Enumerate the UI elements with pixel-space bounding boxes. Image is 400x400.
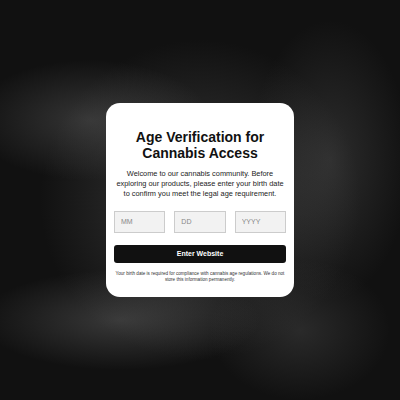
smoke-background: Age Verification for Cannabis Access Welc… — [0, 0, 400, 400]
enter-website-button[interactable]: Enter Website — [114, 245, 286, 263]
age-dialog: Age Verification for Cannabis Access Welc… — [106, 103, 294, 298]
birth-date-fields — [114, 211, 286, 233]
dialog-description: Welcome to our cannabis community. Befor… — [114, 169, 286, 199]
birth-date-input[interactable] — [235, 211, 286, 233]
privacy-note: Your birth date is required for complian… — [114, 271, 286, 284]
birth-date-input[interactable] — [114, 211, 165, 233]
dialog-title: Age Verification for Cannabis Access — [120, 129, 280, 161]
birth-date-input[interactable] — [174, 211, 225, 233]
